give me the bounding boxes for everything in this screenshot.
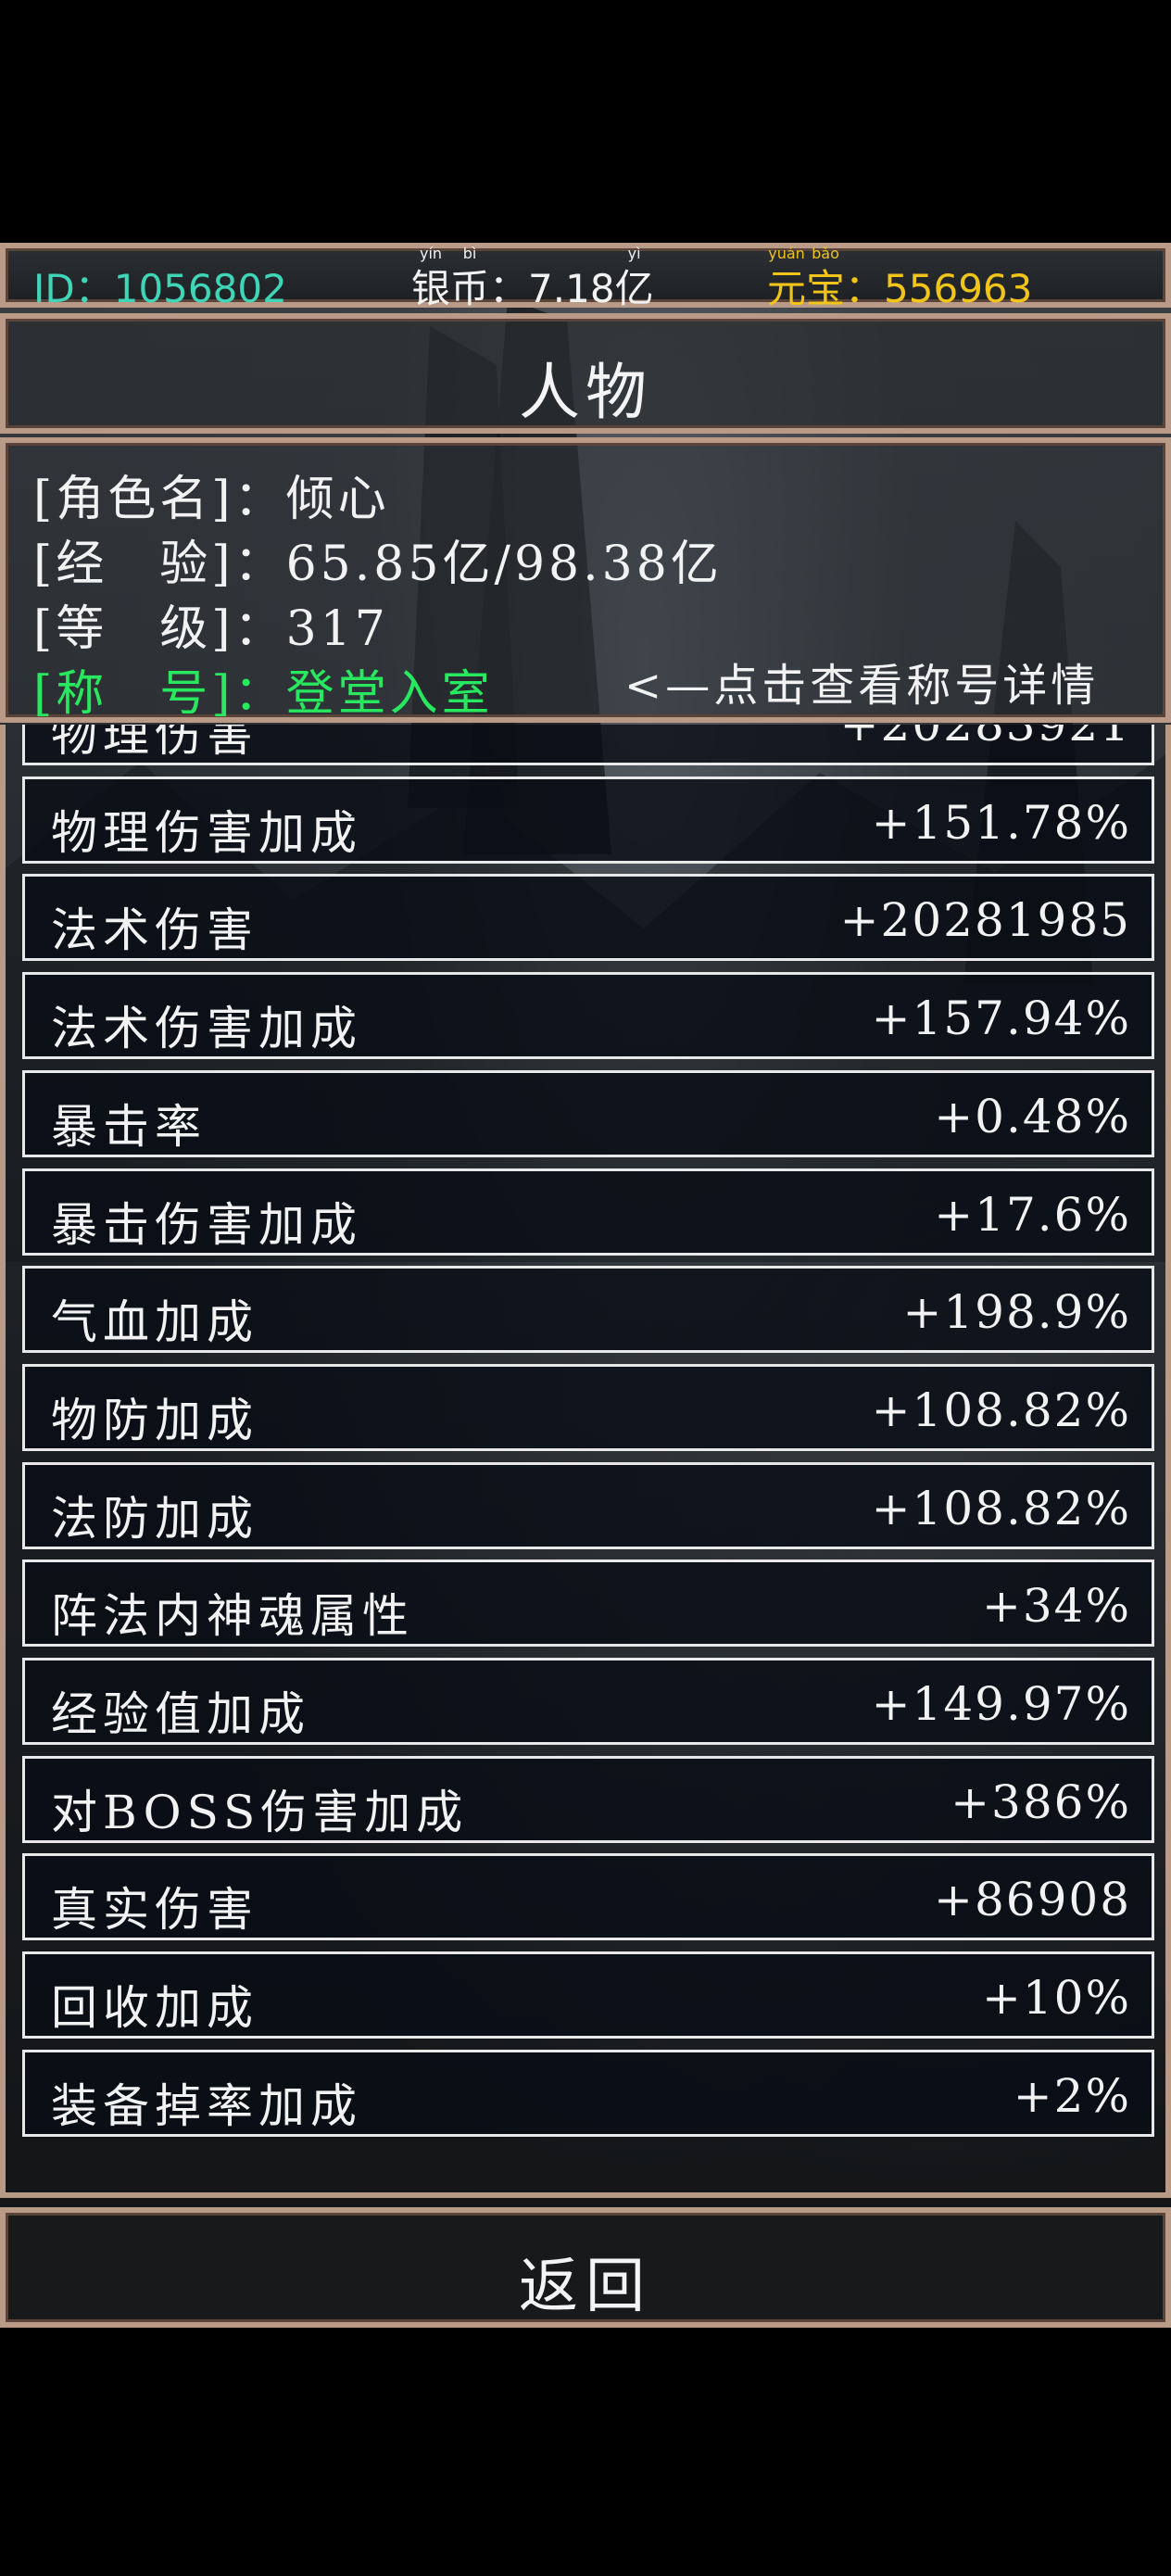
stat-row: 暴击伤害加成 +17.6%: [22, 1168, 1154, 1256]
stat-name: 对BOSS伤害加成: [51, 1785, 469, 1839]
character-title[interactable]: [称 号]：登堂入室: [33, 654, 494, 724]
stat-name: 暴击伤害加成: [51, 1197, 362, 1252]
stat-row: 真实伤害 +86908: [22, 1853, 1154, 1941]
character-exp: [经 验]：65.85亿/98.38亿: [33, 537, 723, 592]
stat-name: 暴击率: [51, 1099, 207, 1154]
stat-value: +151.78%: [871, 795, 1131, 850]
title-detail-link[interactable]: <—点击查看称号详情: [624, 649, 1099, 713]
stat-value: +108.82%: [871, 1383, 1131, 1437]
stat-value: +34%: [981, 1579, 1131, 1634]
stat-name: 物防加成: [51, 1393, 258, 1447]
stat-value: +149.97%: [871, 1677, 1131, 1731]
back-button[interactable]: 返回: [6, 2239, 1165, 2324]
character-info-panel: [角色名]：倾心 [经 验]：65.85亿/98.38亿 [等 级]：317 […: [0, 437, 1171, 723]
stat-name: 法防加成: [51, 1491, 258, 1546]
character-level: [等 级]：317: [33, 601, 389, 657]
title-bar: 人物: [0, 313, 1171, 434]
stat-value: +108.82%: [871, 1481, 1131, 1535]
silver-value: 7.18: [528, 266, 615, 311]
stat-value: +17.6%: [934, 1187, 1131, 1242]
stat-value: +2%: [1013, 2068, 1131, 2123]
stat-name: 经验值加成: [51, 1687, 310, 1741]
stat-name: 物理伤害加成: [51, 805, 362, 860]
stat-row: 物理伤害加成 +151.78%: [22, 776, 1154, 864]
stat-name: 装备掉率加成: [51, 2078, 362, 2133]
stat-value: +10%: [981, 1971, 1131, 2026]
silver-label-char: yín 银: [411, 245, 451, 311]
ingot-colon: ：: [845, 266, 885, 311]
player-id: ID：1056802: [33, 258, 287, 314]
stat-row: 对BOSS伤害加成 +386%: [22, 1755, 1154, 1843]
stat-name: 法术伤害加成: [51, 1002, 362, 1056]
gold-ingots: yuán 元 bǎo 宝：556963: [767, 245, 1033, 314]
stat-value: +386%: [951, 1774, 1131, 1829]
silver-colon: ：: [489, 266, 529, 311]
stat-value: +198.9%: [902, 1285, 1131, 1340]
stat-value: +0.48%: [934, 1089, 1131, 1143]
stat-name: 气血加成: [51, 1295, 258, 1350]
stat-value: +20281985: [839, 893, 1131, 948]
stat-row: 装备掉率加成 +2%: [22, 2049, 1154, 2137]
stat-name: 法术伤害: [51, 903, 258, 958]
stats-list[interactable]: 物理伤害 +20283921 物理伤害加成 +151.78% 法术伤害 +20281985…: [0, 725, 1171, 2198]
stat-row: 物防加成 +108.82%: [22, 1363, 1154, 1451]
player-id-label: ID：: [33, 266, 114, 311]
stat-row: 经验值加成 +149.97%: [22, 1658, 1154, 1745]
back-button-bar[interactable]: 返回: [0, 2207, 1171, 2328]
stat-value: +20283921: [839, 725, 1131, 751]
character-name: [角色名]：倾心: [33, 472, 390, 527]
stat-name: 真实伤害: [51, 1883, 258, 1938]
silver-unit: yì 亿: [614, 245, 654, 311]
stat-value: +157.94%: [871, 991, 1131, 1046]
player-id-value: 1056802: [113, 266, 287, 311]
stat-row: 法术伤害加成 +157.94%: [22, 972, 1154, 1060]
stat-name: 回收加成: [51, 1981, 258, 2036]
stat-name: 阵法内神魂属性: [51, 1589, 414, 1644]
stat-name: 物理伤害: [51, 725, 258, 762]
ingot-label-char: bǎo 宝: [806, 245, 846, 311]
ingot-value: 556963: [884, 266, 1033, 311]
silver-label-char: bì 币: [450, 245, 490, 311]
stat-value: +86908: [934, 1873, 1131, 1927]
silver-coins: yín 银 bì 币：7.18 yì 亿: [411, 245, 654, 314]
stat-row: 法防加成 +108.82%: [22, 1461, 1154, 1549]
page-title: 人物: [519, 357, 652, 428]
ingot-label-char: yuán 元: [767, 245, 807, 311]
stat-row: 气血加成 +198.9%: [22, 1266, 1154, 1354]
currency-bar: ID：1056802 yín 银 bì 币：7.18 yì 亿 yuán 元 bǎo 宝：556…: [0, 243, 1171, 311]
stat-row: 暴击率 +0.48%: [22, 1069, 1154, 1157]
stat-row: 法术伤害 +20281985: [22, 874, 1154, 962]
stat-row: 阵法内神魂属性 +34%: [22, 1559, 1154, 1648]
stat-row: 回收加成 +10%: [22, 1951, 1154, 2039]
stat-row: 物理伤害 +20283921: [22, 725, 1154, 765]
